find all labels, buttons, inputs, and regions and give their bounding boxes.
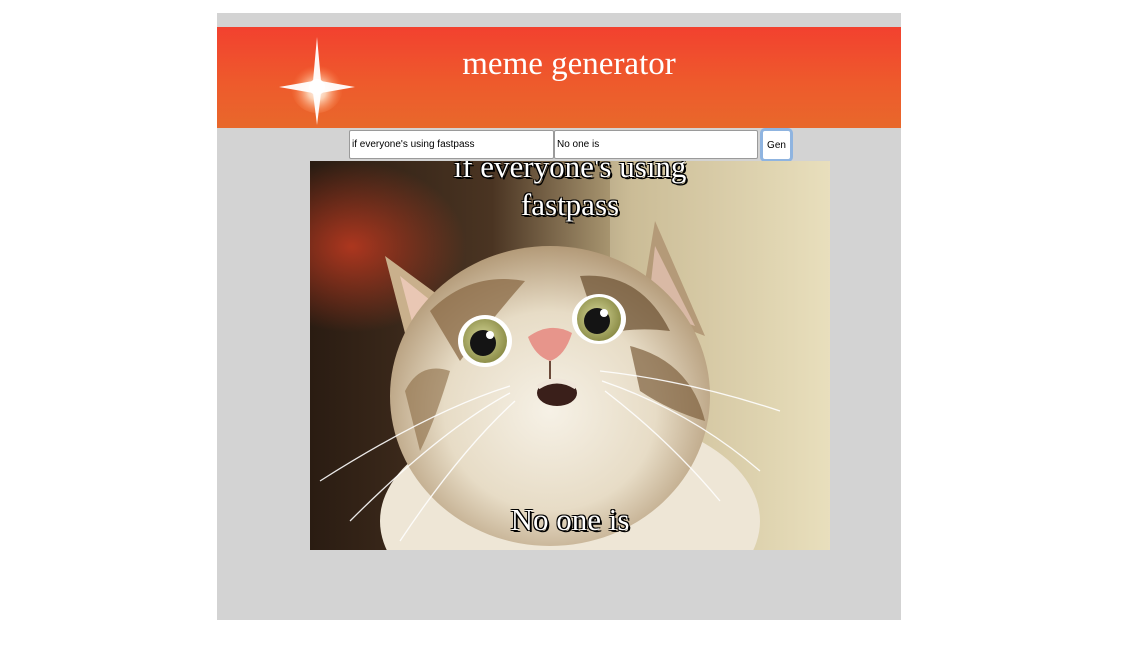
cat-photo: [310, 161, 830, 550]
meme-generator-app: meme generator Gen: [217, 13, 901, 620]
bottom-text-input[interactable]: [554, 130, 758, 159]
top-text-input[interactable]: [349, 130, 554, 159]
meme-image: if everyone's using fastpass No one is: [310, 161, 830, 550]
header-banner: meme generator: [217, 27, 901, 128]
generate-button[interactable]: Gen: [760, 128, 793, 162]
page-title: meme generator: [462, 46, 676, 82]
